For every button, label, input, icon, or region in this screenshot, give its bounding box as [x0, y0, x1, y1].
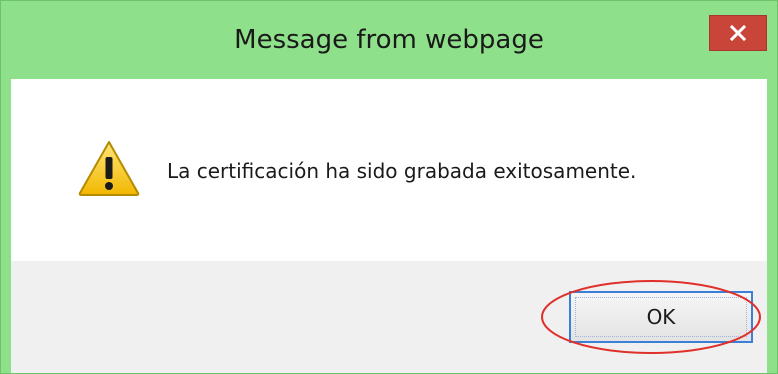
ok-button[interactable]: OK [569, 291, 753, 343]
message-text: La certificación ha sido grabada exitosa… [167, 159, 637, 183]
warning-icon [78, 141, 140, 196]
message-dialog: Message from webpage La certificación ha… [0, 0, 778, 374]
dialog-title: Message from webpage [234, 25, 544, 55]
close-button[interactable] [709, 15, 767, 51]
message-area: La certificación ha sido grabada exitosa… [11, 79, 767, 261]
title-bar[interactable]: Message from webpage [1, 1, 777, 79]
close-icon [730, 25, 746, 41]
button-area: OK [11, 261, 767, 373]
ok-button-label: OK [646, 305, 676, 329]
